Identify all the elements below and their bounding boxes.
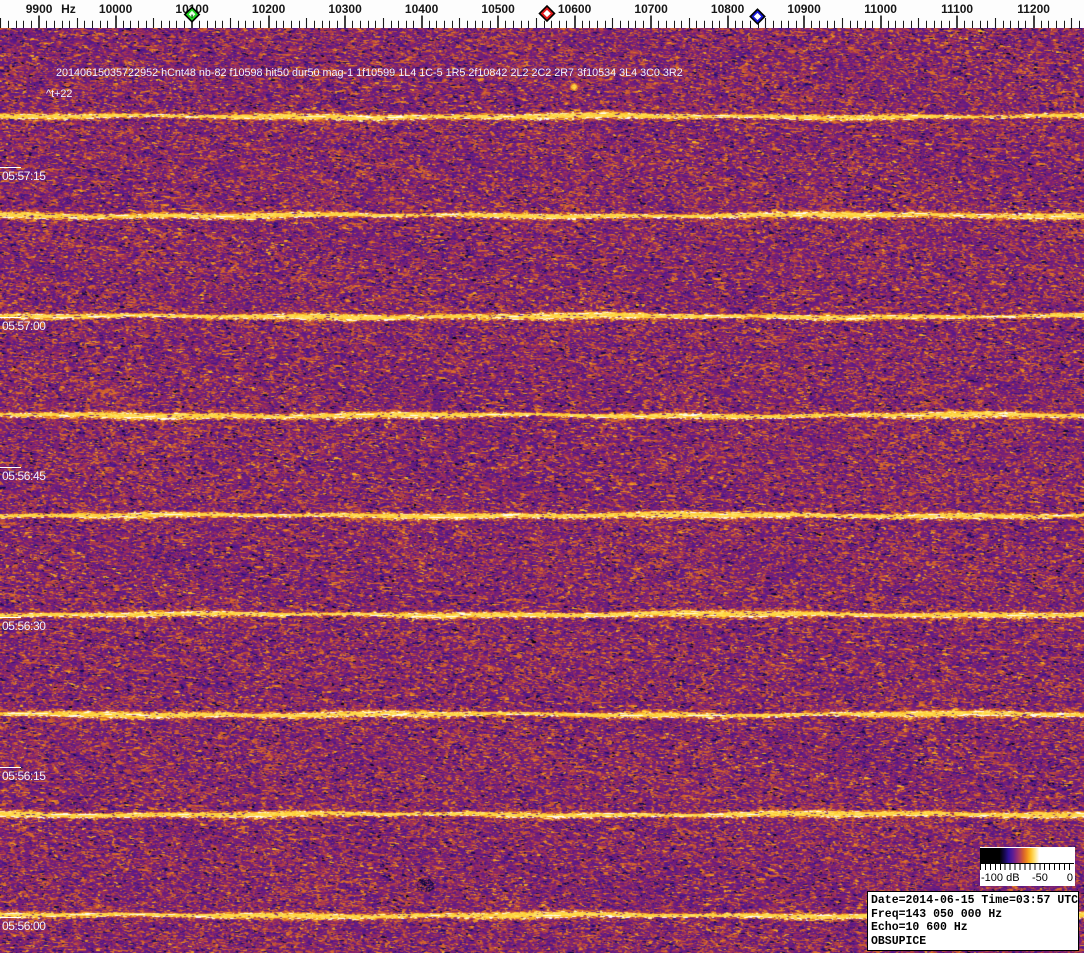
- svg-text:10500: 10500: [481, 2, 515, 16]
- svg-text:10700: 10700: [634, 2, 668, 16]
- svg-text:10000: 10000: [99, 2, 133, 16]
- svg-text:Hz: Hz: [61, 2, 76, 16]
- svg-text:11100: 11100: [941, 2, 973, 16]
- svg-text:9900: 9900: [26, 2, 53, 16]
- svg-text:10800: 10800: [711, 2, 745, 16]
- svg-text:11200: 11200: [1017, 2, 1050, 16]
- svg-text:10600: 10600: [558, 2, 592, 16]
- svg-text:10400: 10400: [405, 2, 439, 16]
- svg-text:11000: 11000: [864, 2, 897, 16]
- svg-text:10900: 10900: [787, 2, 821, 16]
- svg-text:10300: 10300: [328, 2, 362, 16]
- svg-text:10200: 10200: [252, 2, 286, 16]
